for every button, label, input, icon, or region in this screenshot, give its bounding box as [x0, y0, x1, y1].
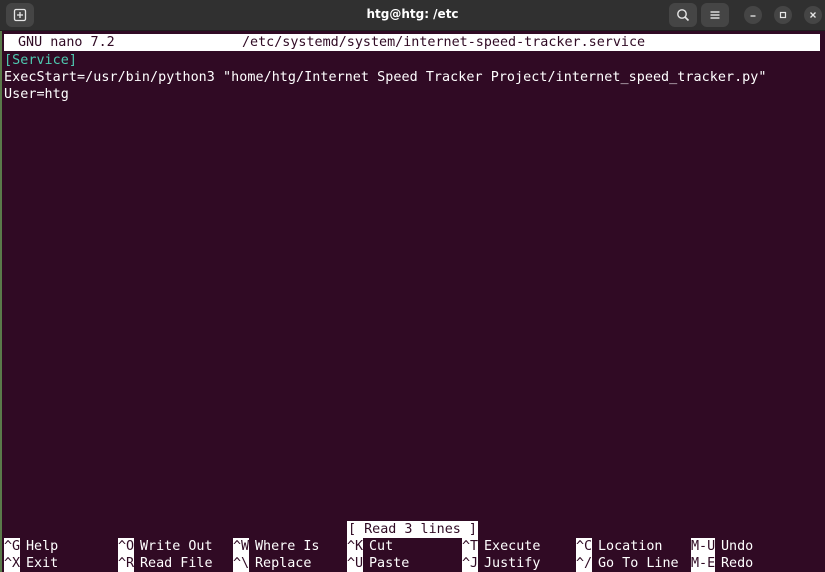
shortcut-key-go-to-line[interactable]: ^/: [576, 555, 593, 572]
nano-version: GNU nano 7.2: [18, 35, 115, 50]
nano-header-bar: GNU nano 7.2 /etc/systemd/system/interne…: [4, 34, 820, 51]
close-button[interactable]: [804, 6, 822, 24]
shortcut-key-where-is[interactable]: ^W: [233, 538, 250, 555]
window-edge: [0, 31, 2, 572]
title-bar: htg@htg: /etc: [0, 0, 825, 31]
shortcut-key-read-file[interactable]: ^R: [118, 555, 135, 572]
shortcut-label-exit[interactable]: Exit: [26, 555, 58, 572]
shortcut-label-help[interactable]: Help: [26, 538, 58, 555]
shortcut-label-undo[interactable]: Undo: [721, 538, 753, 555]
shortcut-key-help[interactable]: ^G: [4, 538, 21, 555]
nano-filename: /etc/systemd/system/internet-speed-track…: [242, 35, 646, 50]
hamburger-menu-icon: [710, 11, 720, 19]
shortcut-key-cut[interactable]: ^K: [347, 538, 364, 555]
editor-line-2[interactable]: ExecStart=/usr/bin/python3 "home/htg/Int…: [4, 69, 767, 86]
maximize-icon: [779, 11, 787, 19]
minimize-button[interactable]: [744, 6, 762, 24]
search-icon: [677, 9, 690, 22]
shortcut-label-redo[interactable]: Redo: [721, 555, 753, 572]
shortcut-key-paste[interactable]: ^U: [347, 555, 364, 572]
maximize-button[interactable]: [774, 6, 792, 24]
shortcut-label-read-file[interactable]: Read File: [140, 555, 213, 572]
shortcut-key-exit[interactable]: ^X: [4, 555, 21, 572]
shortcut-label-location[interactable]: Location: [598, 538, 663, 555]
editor-line-1[interactable]: [Service]: [4, 52, 77, 69]
shortcut-label-where-is[interactable]: Where Is: [255, 538, 320, 555]
shortcut-label-cut[interactable]: Cut: [369, 538, 393, 555]
shortcut-key-write-out[interactable]: ^O: [118, 538, 135, 555]
menu-button[interactable]: [701, 3, 729, 27]
editor-line-3[interactable]: User=htg: [4, 86, 69, 103]
shortcut-label-justify[interactable]: Justify: [484, 555, 540, 572]
shortcut-label-go-to-line[interactable]: Go To Line: [598, 555, 679, 572]
shortcut-key-location[interactable]: ^C: [576, 538, 593, 555]
terminal-window: htg@htg: /etc GNU nano 7.2 /etc/systemd/…: [0, 0, 825, 572]
shortcut-key-undo[interactable]: M-U: [691, 538, 716, 555]
shortcut-label-paste[interactable]: Paste: [369, 555, 409, 572]
close-icon: [810, 12, 816, 18]
shortcut-key-redo[interactable]: M-E: [691, 555, 716, 572]
shortcut-label-execute[interactable]: Execute: [484, 538, 540, 555]
minimize-icon: [750, 15, 756, 17]
shortcut-key-justify[interactable]: ^J: [462, 555, 479, 572]
shortcut-label-replace[interactable]: Replace: [255, 555, 311, 572]
shortcut-key-replace[interactable]: ^\: [233, 555, 250, 572]
status-message: [ Read 3 lines ]: [347, 521, 478, 538]
shortcut-key-execute[interactable]: ^T: [462, 538, 479, 555]
search-button[interactable]: [669, 3, 697, 27]
shortcut-label-write-out[interactable]: Write Out: [140, 538, 213, 555]
